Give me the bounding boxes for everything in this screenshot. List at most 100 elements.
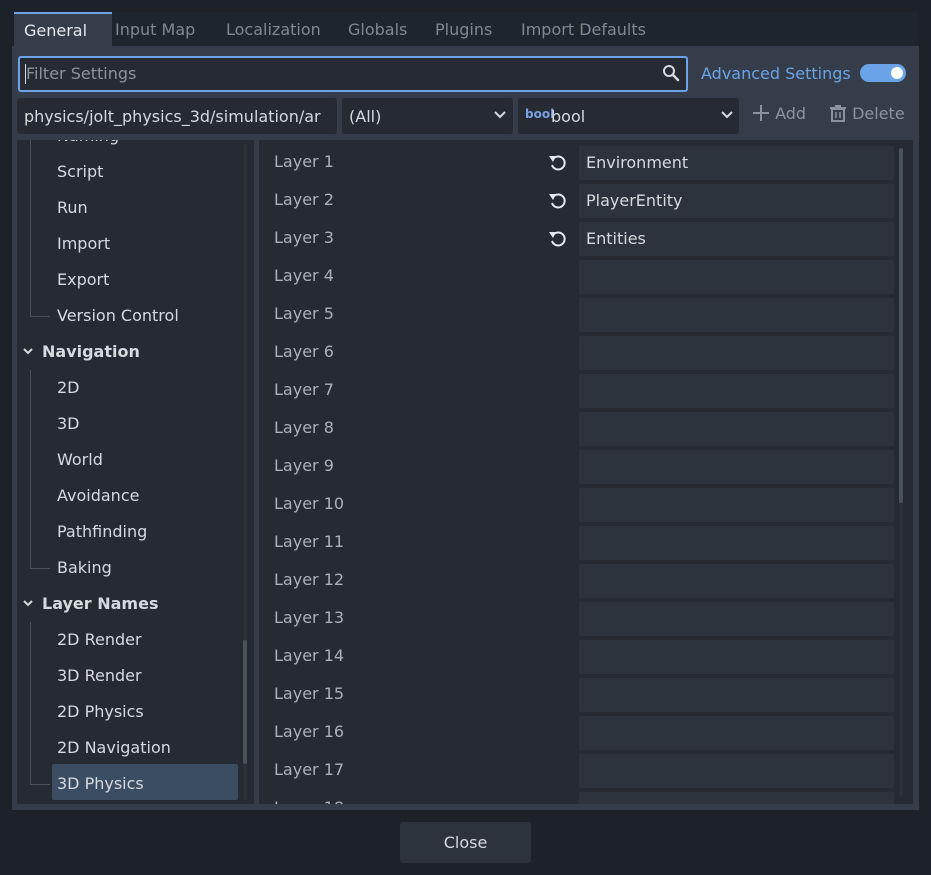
layer-label: Layer 10 — [274, 494, 345, 513]
tree-item-export[interactable]: Export — [57, 262, 109, 298]
inspector-scrollbar[interactable] — [899, 148, 903, 796]
tree-item-3d-render[interactable]: 3D Render — [57, 658, 142, 694]
layer-name-field[interactable] — [579, 488, 894, 522]
delete-label: Delete — [852, 104, 905, 123]
tree-item-version-control[interactable]: Version Control — [57, 298, 179, 334]
property-path-input[interactable]: physics/jolt_physics_3d/simulation/ar — [17, 98, 337, 134]
tree-item-import[interactable]: Import — [57, 226, 110, 262]
tree-item-2d-navigation[interactable]: 2D Navigation — [57, 730, 171, 766]
layer-label: Layer 1 — [274, 152, 334, 171]
tree-item-2d[interactable]: 2D — [57, 370, 80, 406]
layer-name-field[interactable] — [579, 678, 894, 712]
layer-name-field[interactable] — [579, 336, 894, 370]
tab-general[interactable]: General — [14, 12, 112, 46]
tree-item-pathfinding[interactable]: Pathfinding — [57, 514, 147, 550]
layer-name-field[interactable] — [579, 260, 894, 294]
layer-label: Layer 11 — [274, 532, 345, 551]
layer-label: Layer 9 — [274, 456, 334, 475]
revert-icon[interactable] — [548, 229, 568, 249]
layer-label: Layer 5 — [274, 304, 334, 323]
delete-button[interactable]: Delete — [829, 104, 905, 123]
trash-icon — [830, 105, 846, 122]
layer-label: Layer 15 — [274, 684, 345, 703]
tree-guide-line — [30, 568, 50, 569]
tree-item-2d-physics[interactable]: 2D Physics — [57, 694, 144, 730]
tab-import-defaults[interactable]: Import Defaults — [521, 12, 646, 46]
tab-input-map[interactable]: Input Map — [115, 12, 195, 46]
type-select-value: bool — [551, 107, 586, 126]
layer-name-field[interactable]: PlayerEntity — [579, 184, 894, 218]
layer-names-inspector: Layer 1 Environment Layer 2 PlayerEntity Lay… — [259, 140, 913, 804]
layer-label: Layer 3 — [274, 228, 334, 247]
chevron-down-icon — [721, 111, 733, 119]
layer-name-value: PlayerEntity — [586, 191, 683, 210]
tree-category-label: Layer Names — [42, 594, 159, 613]
layer-label: Layer 12 — [274, 570, 345, 589]
layer-label: Layer 17 — [274, 760, 345, 779]
layer-label: Layer 8 — [274, 418, 334, 437]
plus-icon — [753, 105, 769, 121]
layer-name-field[interactable] — [579, 602, 894, 636]
close-button[interactable]: Close — [400, 822, 531, 863]
layer-name-field[interactable] — [579, 754, 894, 788]
tree-item-avoidance[interactable]: Avoidance — [57, 478, 139, 514]
layer-name-field[interactable]: Entities — [579, 222, 894, 256]
inspector-scrollbar-thumb[interactable] — [899, 148, 903, 503]
tree-item-3d-physics[interactable]: 3D Physics — [57, 766, 144, 802]
layer-name-field[interactable]: Environment — [579, 146, 894, 180]
tree-scrollbar-thumb[interactable] — [243, 640, 247, 764]
tree-item-2d-render[interactable]: 2D Render — [57, 622, 142, 658]
chevron-down-icon[interactable] — [22, 586, 34, 622]
tree-guide-line — [30, 370, 31, 568]
layer-label: Layer 14 — [274, 646, 345, 665]
tree-item-world[interactable]: World — [57, 442, 103, 478]
tree-category-navigation[interactable]: Navigation — [23, 334, 140, 370]
revert-icon[interactable] — [548, 153, 568, 173]
tab-plugins[interactable]: Plugins — [435, 12, 492, 46]
add-label: Add — [775, 104, 807, 123]
tree-item-run[interactable]: Run — [57, 190, 88, 226]
chevron-down-icon[interactable] — [22, 334, 34, 370]
layer-name-value: Environment — [586, 153, 689, 172]
tree-item-3d[interactable]: 3D — [57, 406, 80, 442]
type-select[interactable]: bool bool — [518, 98, 739, 134]
tree-guide-line — [30, 316, 50, 317]
layer-name-field[interactable] — [579, 526, 894, 560]
layer-name-field[interactable] — [579, 564, 894, 598]
layer-name-field[interactable] — [579, 374, 894, 408]
tree-item-script[interactable]: Script — [57, 154, 103, 190]
layer-name-value: Entities — [586, 229, 646, 248]
tree-scrollbar[interactable] — [243, 144, 247, 800]
layer-name-field[interactable] — [579, 640, 894, 674]
search-icon[interactable] — [662, 64, 680, 82]
advanced-settings-toggle[interactable] — [860, 64, 906, 82]
layer-name-field[interactable] — [579, 792, 894, 804]
layer-name-field[interactable] — [579, 412, 894, 446]
add-button[interactable]: Add — [752, 104, 806, 123]
toggle-knob — [891, 67, 903, 79]
revert-icon[interactable] — [548, 191, 568, 211]
tab-globals[interactable]: Globals — [348, 12, 407, 46]
layer-label: Layer 2 — [274, 190, 334, 209]
layer-label: Layer 4 — [274, 266, 334, 285]
bool-type-icon: bool — [525, 107, 555, 121]
tree-item-naming[interactable]: Naming — [57, 140, 119, 154]
tree-guide-line — [30, 140, 31, 316]
layer-label: Layer 13 — [274, 608, 345, 627]
tree-guide-line — [30, 622, 31, 784]
feature-filter-select[interactable]: (All) — [342, 98, 513, 134]
tree-category-label: Navigation — [42, 342, 140, 361]
project-settings-dialog: General Input Map Localization Globals P… — [0, 0, 931, 875]
chevron-down-icon — [494, 111, 506, 119]
advanced-settings-label: Advanced Settings — [701, 64, 851, 83]
layer-name-field[interactable] — [579, 716, 894, 750]
tree-category-layer-names[interactable]: Layer Names — [23, 586, 159, 622]
tree-guide-line — [30, 784, 50, 785]
layer-name-field[interactable] — [579, 298, 894, 332]
layer-label: Layer 18 — [274, 789, 344, 804]
tab-localization[interactable]: Localization — [226, 12, 321, 46]
layer-label: Layer 6 — [274, 342, 334, 361]
layer-name-field[interactable] — [579, 450, 894, 484]
tree-item-baking[interactable]: Baking — [57, 550, 112, 586]
filter-settings-input[interactable]: Filter Settings — [18, 56, 688, 92]
